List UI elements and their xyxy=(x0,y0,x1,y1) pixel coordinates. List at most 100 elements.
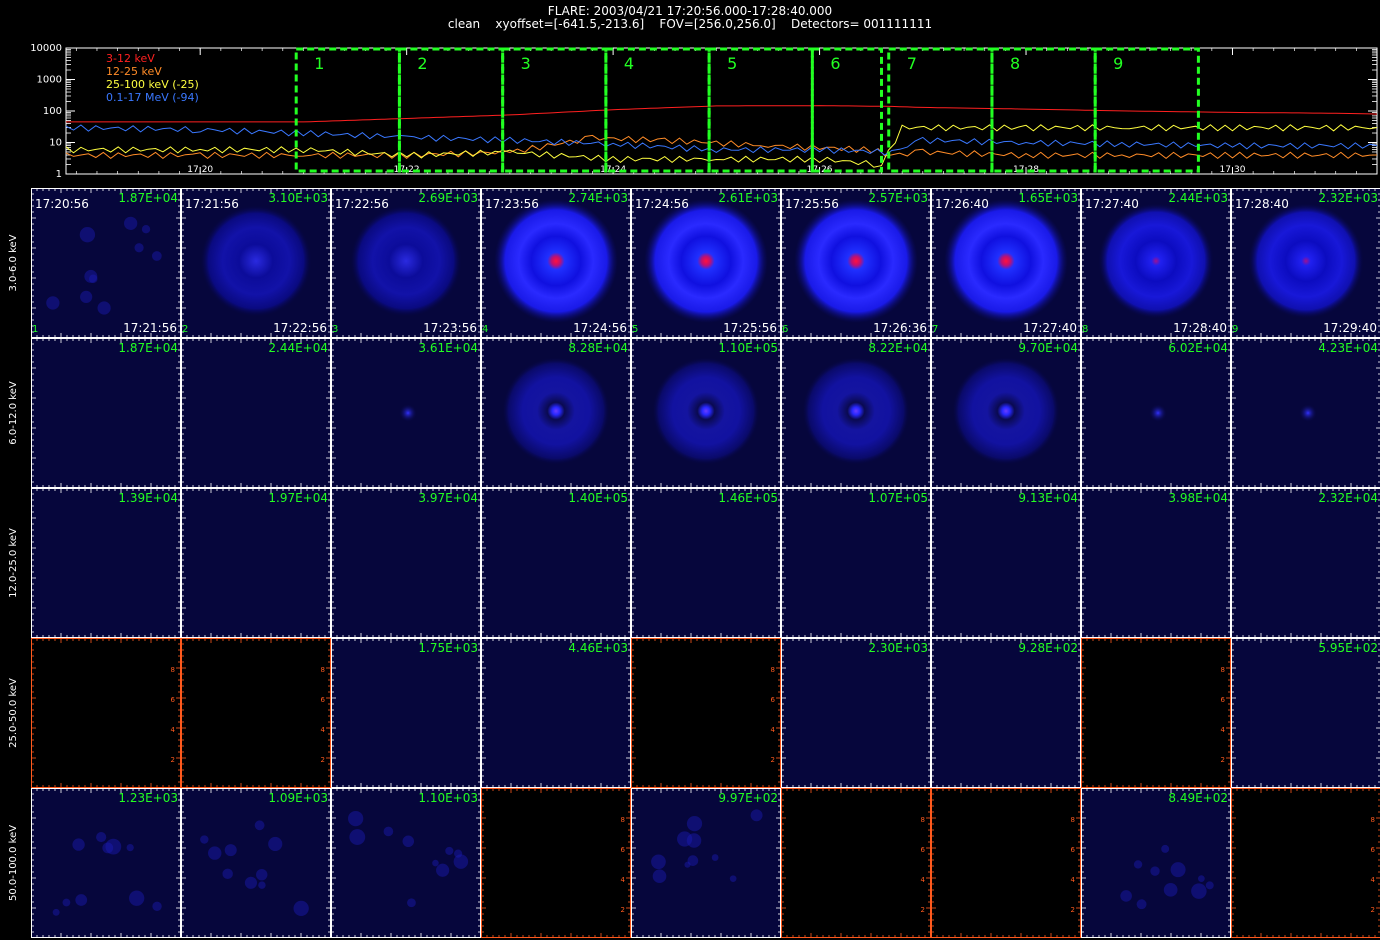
speckle-blob xyxy=(84,269,98,283)
peak-flux-label: 9.13E+04 xyxy=(1018,491,1078,505)
empty-axis-tick-label: 8 xyxy=(621,816,625,824)
image-panel: 8.22E+04 xyxy=(781,338,931,488)
image-panel: 4.23E+04 xyxy=(1231,338,1380,488)
peak-flux-label: 2.57E+03 xyxy=(868,191,928,205)
speckle-blob xyxy=(126,843,134,852)
panel-background xyxy=(31,788,181,938)
panel-background xyxy=(331,488,481,638)
panel-background xyxy=(631,638,781,788)
source-image xyxy=(502,357,610,465)
peak-flux-label: 2.30E+03 xyxy=(868,641,928,655)
peak-flux-label: 2.61E+03 xyxy=(718,191,778,205)
peak-flux-label: 2.44E+03 xyxy=(1168,191,1228,205)
peak-flux-label: 1.07E+05 xyxy=(868,491,928,505)
empty-axis-tick-label: 8 xyxy=(1071,816,1075,824)
panel-start-time: 17:27:40 xyxy=(1085,197,1139,211)
image-panel: 2.32E+04 xyxy=(1231,488,1380,638)
image-panel: 2 4 6 8 xyxy=(931,788,1081,938)
peak-flux-label: 9.70E+04 xyxy=(1018,341,1078,355)
speckle-blob xyxy=(1133,860,1143,869)
panel-index: 3 xyxy=(332,324,338,335)
image-panel: 2 4 6 8 xyxy=(1231,788,1380,938)
speckle-blob xyxy=(349,829,366,845)
source-image xyxy=(952,357,1060,465)
panel-background xyxy=(181,488,331,638)
panel-background xyxy=(1231,488,1380,638)
panel-background xyxy=(181,788,331,938)
energy-band-label: 3.0-6.0 keV xyxy=(8,234,19,291)
panel-end-time: 17:27:40 xyxy=(1023,321,1077,335)
panel-background xyxy=(331,638,481,788)
empty-axis-tick-label: 4 xyxy=(921,876,926,884)
empty-axis-tick-label: 6 xyxy=(1071,846,1076,854)
image-panel: 1.97E+04 xyxy=(181,488,331,638)
image-panel: 1.75E+03 xyxy=(331,638,481,788)
image-panel: 8.49E+02 xyxy=(1081,788,1231,938)
empty-axis-tick-label: 2 xyxy=(771,756,775,764)
panel-background xyxy=(481,788,631,938)
speckle-blob xyxy=(80,290,93,304)
image-panel: 1.40E+05 xyxy=(481,488,631,638)
source-image xyxy=(1098,203,1214,319)
peak-flux-label: 4.23E+04 xyxy=(1318,341,1378,355)
speckle-blob xyxy=(651,854,666,870)
peak-flux-label: 2.74E+03 xyxy=(568,191,628,205)
empty-axis-tick-label: 4 xyxy=(1371,876,1376,884)
panel-index: 6 xyxy=(782,324,788,335)
image-panel: 2 4 6 8 xyxy=(1081,638,1231,788)
speckle-blob xyxy=(348,810,364,827)
panel-background xyxy=(1231,788,1380,938)
image-panel: 2.32E+03 17:28:40 17:29:40 9 xyxy=(1231,188,1380,338)
image-panel: 1.87E+04 17:20:56 17:21:56 1 xyxy=(31,188,181,338)
peak-flux-label: 8.22E+04 xyxy=(868,341,928,355)
empty-axis-tick-label: 8 xyxy=(771,666,775,674)
panel-background xyxy=(31,638,181,788)
peak-flux-label: 1.09E+03 xyxy=(268,791,328,805)
image-grid: 3.0-6.0 keV 6.0-12.0 keV 12.0-25.0 keV 25.0… xyxy=(8,188,1380,938)
source-image xyxy=(1299,404,1317,422)
speckle-blob xyxy=(402,835,415,848)
source-image xyxy=(944,199,1068,323)
image-panel: 1.07E+05 xyxy=(781,488,931,638)
speckle-blob xyxy=(677,831,693,847)
empty-axis-tick-label: 4 xyxy=(321,726,326,734)
peak-flux-label: 9.28E+02 xyxy=(1018,641,1078,655)
speckle-blob xyxy=(258,881,266,889)
source-image xyxy=(200,205,312,317)
source-image xyxy=(1149,404,1167,422)
image-panel: 3.97E+04 xyxy=(331,488,481,638)
speckle-blob xyxy=(46,296,60,310)
empty-axis-tick-label: 4 xyxy=(1221,726,1226,734)
peak-flux-label: 4.46E+03 xyxy=(568,641,628,655)
image-panel: 9.70E+04 xyxy=(931,338,1081,488)
panel-background xyxy=(1081,638,1231,788)
image-panel: 2 4 6 8 xyxy=(781,788,931,938)
peak-flux-label: 1.87E+04 xyxy=(118,191,178,205)
speckle-blob xyxy=(750,809,763,822)
speckle-blob xyxy=(1205,881,1214,890)
peak-flux-label: 1.39E+04 xyxy=(118,491,178,505)
empty-axis-tick-label: 8 xyxy=(1371,816,1375,824)
speckle-blob xyxy=(1150,866,1160,876)
image-panel: 9.97E+02 xyxy=(631,788,781,938)
energy-band-label: 12.0-25.0 keV xyxy=(8,528,19,598)
source-image xyxy=(350,205,462,317)
panel-end-time: 17:29:40 xyxy=(1323,321,1377,335)
source-image xyxy=(794,199,918,323)
speckle-blob xyxy=(256,868,268,881)
panel-index: 8 xyxy=(1082,324,1088,335)
empty-axis-tick-label: 4 xyxy=(1071,876,1076,884)
peak-flux-label: 1.97E+04 xyxy=(268,491,328,505)
empty-axis-tick-label: 2 xyxy=(1221,756,1225,764)
speckle-blob xyxy=(293,900,309,917)
panel-background xyxy=(1081,788,1231,938)
panel-end-time: 17:21:56 xyxy=(123,321,177,335)
speckle-blob xyxy=(684,861,691,868)
speckle-blob xyxy=(1120,890,1132,902)
image-panel: 1.10E+03 xyxy=(331,788,481,938)
energy-band-label: 50.0-100.0 keV xyxy=(8,825,19,901)
panel-background xyxy=(931,488,1081,638)
speckle-blob xyxy=(652,869,667,884)
peak-flux-label: 9.97E+02 xyxy=(718,791,778,805)
speckle-blob xyxy=(222,868,233,880)
